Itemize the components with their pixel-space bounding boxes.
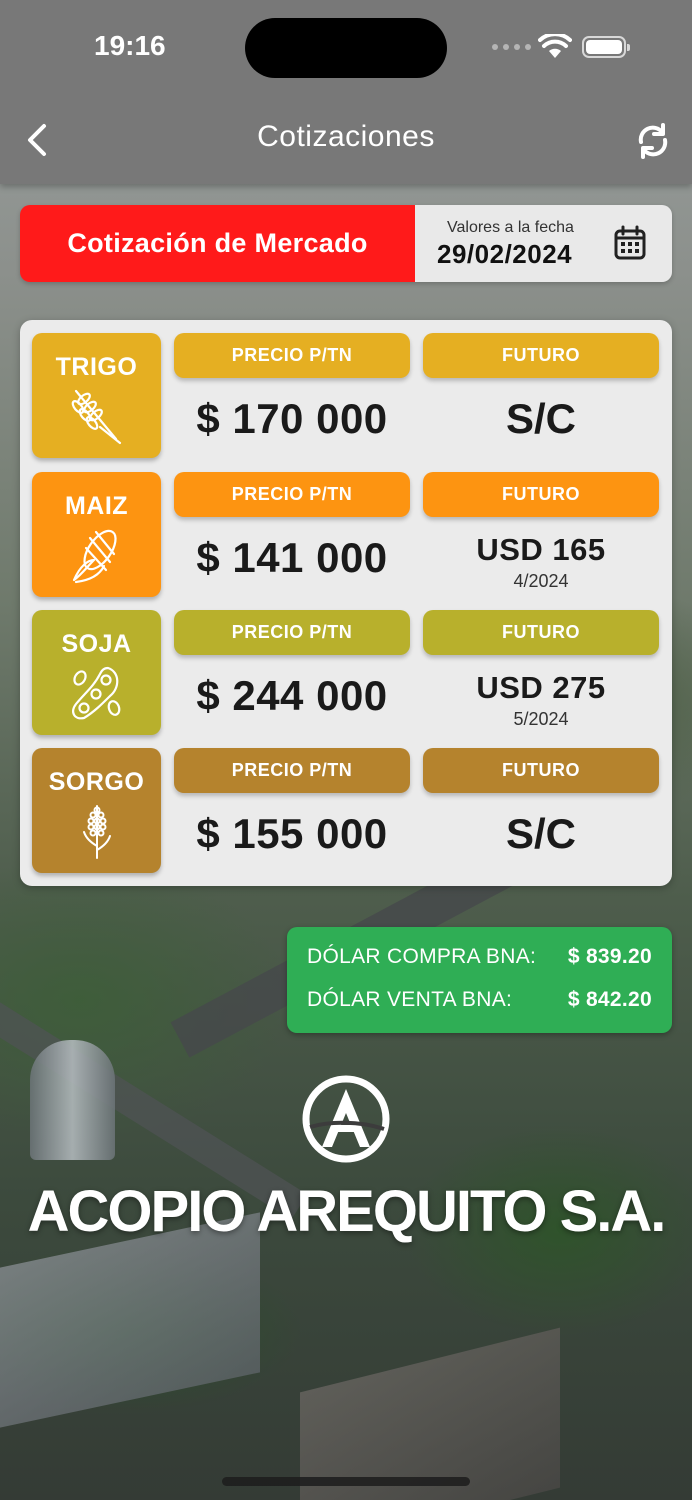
status-icons <box>492 30 642 64</box>
grain-tile: SORGO <box>32 748 161 873</box>
date-selector[interactable]: Valores a la fecha 29/02/2024 <box>415 205 672 282</box>
price-value: $ 141 000 <box>196 534 388 581</box>
date-value: 29/02/2024 <box>437 239 573 269</box>
grain-row-maiz: MAIZ PRECIO P/TN FUTURO $ 141 000 USD 16… <box>32 472 660 598</box>
price-label: PRECIO P/TN <box>174 610 410 655</box>
price-label: PRECIO P/TN <box>174 748 410 793</box>
quotes-card: TRIGO PRECIO P/TN FUTURO $ 170 000 S/C M… <box>20 320 672 886</box>
grain-tile: MAIZ <box>32 472 161 597</box>
dollar-buy-value: $ 839.20 <box>567 945 652 968</box>
grain-row-sorgo: SORGO PRECIO P/TN FUTURO $ 155 000 S/C <box>32 748 660 874</box>
grain-name: TRIGO <box>55 353 138 381</box>
sorghum-icon <box>83 805 111 859</box>
date-caption: Valores a la fecha <box>447 219 574 236</box>
company-name: ACOPIO AREQUITO S.A. <box>27 1179 667 1244</box>
status-time: 19:16 <box>94 30 166 61</box>
dollar-sell-label: DÓLAR VENTA BNA: <box>307 988 513 1011</box>
background-building <box>300 1327 560 1500</box>
dynamic-island <box>245 18 447 78</box>
price-value: $ 170 000 <box>196 395 388 442</box>
dollar-sell-value: $ 842.20 <box>567 988 652 1011</box>
wifi-icon <box>538 34 572 58</box>
market-header: Cotización de Mercado Valores a la fecha… <box>20 205 672 282</box>
dollar-buy-label: DÓLAR COMPRA BNA: <box>307 945 537 968</box>
future-label: FUTURO <box>423 610 659 655</box>
page-title: Cotizaciones <box>257 120 435 153</box>
wheat-icon <box>71 389 122 445</box>
future-date: 4/2024 <box>513 571 569 591</box>
home-indicator[interactable] <box>222 1477 470 1486</box>
market-label: Cotización de Mercado <box>20 205 415 282</box>
background-silo <box>30 1040 115 1160</box>
price-value: $ 244 000 <box>196 672 388 719</box>
future-value: USD 275 <box>476 670 606 705</box>
grain-tile: TRIGO <box>32 333 161 458</box>
price-label: PRECIO P/TN <box>174 472 410 517</box>
future-label: FUTURO <box>423 748 659 793</box>
future-value: S/C <box>505 810 576 857</box>
dollar-rates-box: DÓLAR COMPRA BNA: $ 839.20 DÓLAR VENTA B… <box>287 927 672 1033</box>
refresh-icon[interactable] <box>632 120 674 162</box>
company-logo-icon <box>302 1075 390 1163</box>
cellular-signal-icon <box>492 44 531 50</box>
future-value: S/C <box>505 395 576 442</box>
grain-row-trigo: TRIGO PRECIO P/TN FUTURO $ 170 000 S/C <box>32 333 660 459</box>
future-label: FUTURO <box>423 472 659 517</box>
calendar-icon[interactable] <box>613 225 647 261</box>
grain-row-soja: SOJA PRECIO P/TN FUTURO $ 244 000 USD 27… <box>32 610 660 736</box>
grain-name: MAIZ <box>64 492 129 520</box>
future-date: 5/2024 <box>513 709 569 729</box>
navigation-bar: 19:16 Cotizaciones <box>0 0 692 184</box>
grain-name: SORGO <box>48 768 145 796</box>
price-value: $ 155 000 <box>196 810 388 857</box>
corn-icon <box>72 529 117 584</box>
battery-icon <box>582 36 630 58</box>
price-label: PRECIO P/TN <box>174 333 410 378</box>
future-value: USD 165 <box>476 532 606 567</box>
future-label: FUTURO <box>423 333 659 378</box>
soybean-icon <box>72 666 121 720</box>
grain-name: SOJA <box>61 630 132 658</box>
grain-tile: SOJA <box>32 610 161 735</box>
